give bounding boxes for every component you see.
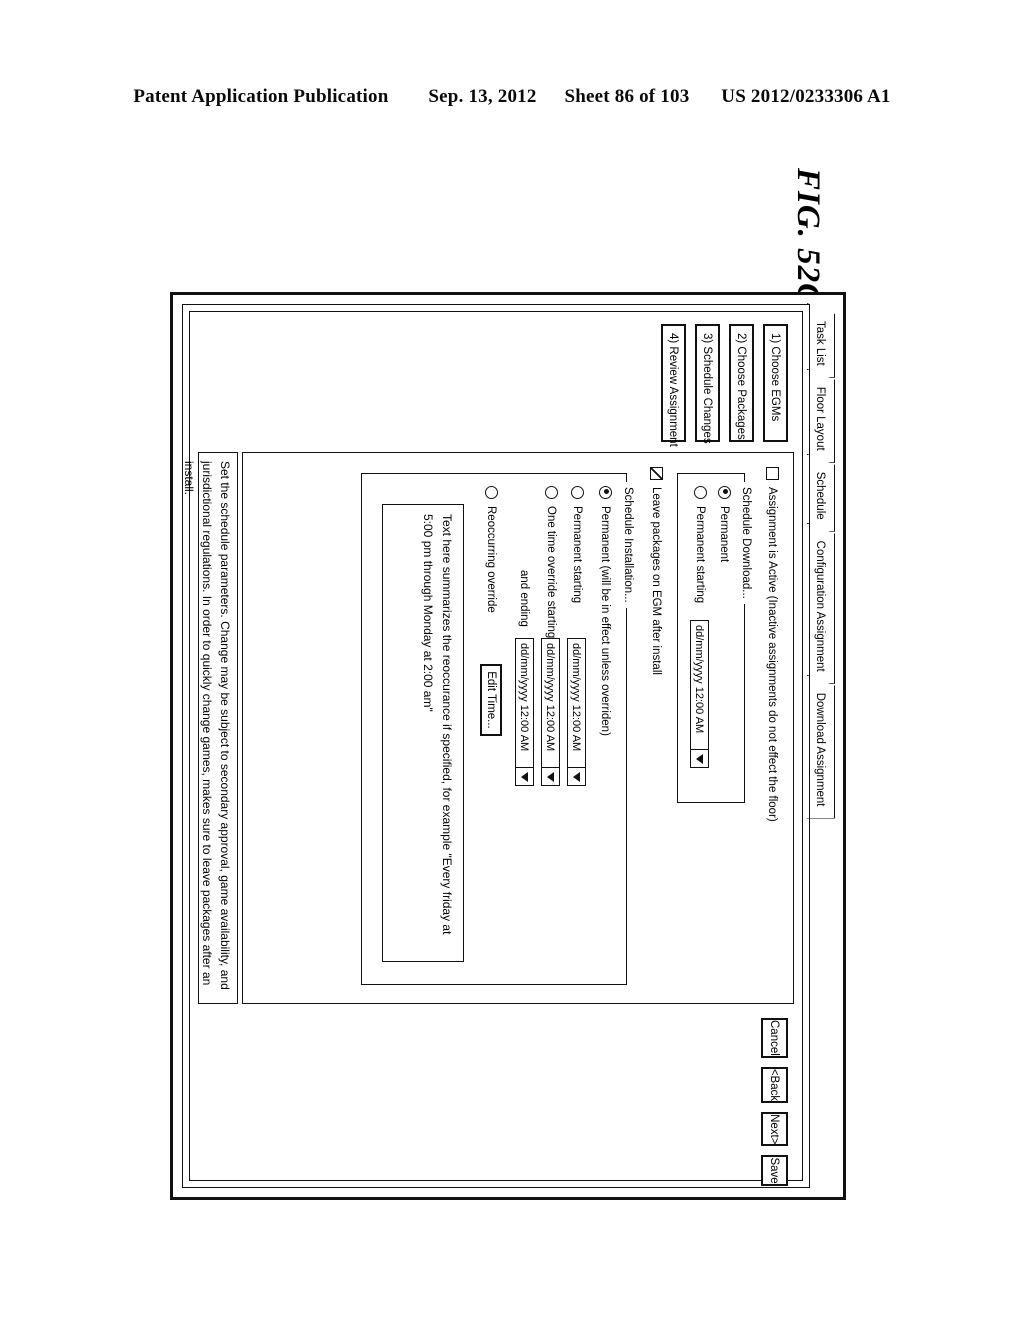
chevron-down-icon[interactable] (568, 767, 585, 785)
cancel-button[interactable]: Cancel (761, 1018, 788, 1058)
chevron-down-icon[interactable] (691, 749, 708, 767)
download-permanent-starting-row[interactable]: Permanent starting (694, 486, 707, 603)
schedule-download-group: Schedule Download... Permanent Permanent… (677, 473, 752, 803)
application-window: Task List Floor Layout Schedule Configur… (170, 292, 846, 1200)
tab-label: Floor Layout (814, 386, 827, 451)
wizard-step-label: 4) Review Assignment (667, 333, 680, 447)
assignment-active-row[interactable]: Assignment is Active (Inactive assignmen… (766, 467, 779, 822)
back-button[interactable]: <Back (761, 1066, 788, 1104)
schedule-form-panel: Assignment is Active (Inactive assignmen… (242, 452, 794, 1004)
install-permanent-starting-combo[interactable]: dd/mm/yyyy 12:00 AM (567, 638, 586, 786)
download-permanent-radio[interactable] (718, 486, 731, 499)
tab-floor-layout[interactable]: Floor Layout (807, 369, 835, 463)
wizard-step-choose-packages[interactable]: 2) Choose Packages (729, 324, 754, 442)
tab-schedule[interactable]: Schedule (807, 454, 835, 532)
install-reoccurring-override-label: Reoccurring override (485, 506, 498, 613)
schedule-installation-title: Schedule Installation... (622, 482, 634, 608)
download-start-datetime-value: dd/mm/yyyy 12:00 AM (693, 625, 706, 734)
download-permanent-starting-radio[interactable] (694, 486, 707, 499)
leave-packages-row[interactable]: Leave packages on EGM after install (650, 467, 663, 675)
next-button[interactable]: Next> (761, 1112, 788, 1147)
leave-packages-checkbox[interactable] (650, 467, 663, 480)
sheet-number: Sheet 86 of 103 (564, 86, 690, 107)
tab-download-assignment[interactable]: Download Assignment (807, 675, 835, 819)
cancel-label: Cancel (768, 1020, 781, 1056)
help-text: Set the schedule parameters. Change may … (182, 461, 232, 990)
patent-page-header: Patent Application Publication Sep. 13, … (0, 86, 1024, 108)
reoccurrence-summary-text: Text here summarizes the reoccurance if … (421, 514, 454, 935)
publication-label: Patent Application Publication (133, 86, 389, 107)
tab-bar: Task List Floor Layout Schedule Configur… (807, 303, 837, 819)
action-button-bar: Cancel <Back Next> Save (761, 1018, 788, 1186)
schedule-download-title: Schedule Download... (740, 482, 752, 604)
install-one-time-override-label: One time override starting (545, 506, 558, 639)
tab-configuration-assignment[interactable]: Configuration Assignment (807, 523, 835, 684)
and-ending-label: and ending (518, 570, 530, 627)
install-permanent-radio[interactable] (599, 486, 612, 499)
save-button[interactable]: Save (761, 1155, 788, 1186)
install-permanent-starting-row[interactable]: Permanent starting (571, 486, 584, 603)
chevron-down-icon[interactable] (516, 767, 533, 785)
install-permanent-row[interactable]: Permanent (will be in effect unless over… (599, 486, 612, 736)
client-inner-panel: 1) Choose EGMs 2) Choose Packages 3) Sch… (182, 311, 803, 1186)
install-reoccurring-override-radio[interactable] (485, 486, 498, 499)
download-start-datetime-combo[interactable]: dd/mm/yyyy 12:00 AM (690, 620, 709, 768)
tab-label: Download Assignment (814, 692, 827, 807)
download-permanent-row[interactable]: Permanent (718, 486, 731, 562)
install-override-ending-combo[interactable]: dd/mm/yyyy 12:00 AM (515, 638, 534, 786)
install-permanent-starting-value: dd/mm/yyyy 12:00 AM (570, 643, 583, 752)
back-label: <Back (768, 1068, 781, 1102)
tab-label: Schedule (814, 471, 827, 520)
schedule-installation-group: Schedule Installation... Permanent (will… (361, 473, 634, 985)
wizard-step-choose-egms[interactable]: 1) Choose EGMs (763, 324, 788, 442)
install-one-time-override-row[interactable]: One time override starting (545, 486, 558, 638)
tab-label: Task List (814, 321, 827, 366)
reoccurrence-summary-box: Text here summarizes the reoccurance if … (382, 504, 464, 962)
wizard-step-label: 1) Choose EGMs (769, 333, 782, 422)
save-label: Save (768, 1157, 781, 1184)
chevron-down-icon[interactable] (542, 767, 559, 785)
patent-number: US 2012/0233306 A1 (721, 86, 891, 107)
wizard-step-schedule-changes[interactable]: 3) Schedule Changes (695, 324, 720, 444)
client-area: 1) Choose EGMs 2) Choose Packages 3) Sch… (182, 304, 810, 1188)
install-override-ending-value: dd/mm/yyyy 12:00 AM (518, 643, 531, 752)
tab-task-list[interactable]: Task List (807, 303, 835, 378)
help-text-box: Set the schedule parameters. Change may … (182, 452, 238, 1004)
tab-label: Configuration Assignment (814, 540, 827, 672)
leave-packages-label: Leave packages on EGM after install (650, 487, 663, 675)
publication-date: Sep. 13, 2012 (428, 86, 537, 107)
install-override-starting-combo[interactable]: dd/mm/yyyy 12:00 AM (541, 638, 560, 786)
install-override-starting-value: dd/mm/yyyy 12:00 AM (544, 643, 557, 752)
edit-time-button[interactable]: Edit Time... (480, 664, 502, 736)
install-reoccurring-override-row[interactable]: Reoccurring override (485, 486, 498, 613)
assignment-active-checkbox[interactable] (766, 467, 779, 480)
install-one-time-override-radio[interactable] (545, 486, 558, 499)
figure-drawing-area: Task List Floor Layout Schedule Configur… (170, 292, 850, 1202)
next-label: Next> (768, 1114, 781, 1145)
wizard-step-list: 1) Choose EGMs 2) Choose Packages 3) Sch… (652, 324, 788, 447)
download-permanent-starting-label: Permanent starting (694, 506, 707, 604)
install-permanent-label: Permanent (will be in effect unless over… (599, 506, 612, 736)
download-permanent-label: Permanent (718, 506, 731, 563)
edit-time-label: Edit Time... (485, 671, 497, 729)
wizard-step-label: 3) Schedule Changes (701, 333, 714, 444)
wizard-step-review-assignment[interactable]: 4) Review Assignment (661, 324, 686, 447)
install-permanent-starting-radio[interactable] (571, 486, 584, 499)
wizard-step-label: 2) Choose Packages (735, 333, 748, 440)
assignment-active-label: Assignment is Active (Inactive assignmen… (766, 487, 779, 822)
install-permanent-starting-label: Permanent starting (571, 506, 584, 604)
